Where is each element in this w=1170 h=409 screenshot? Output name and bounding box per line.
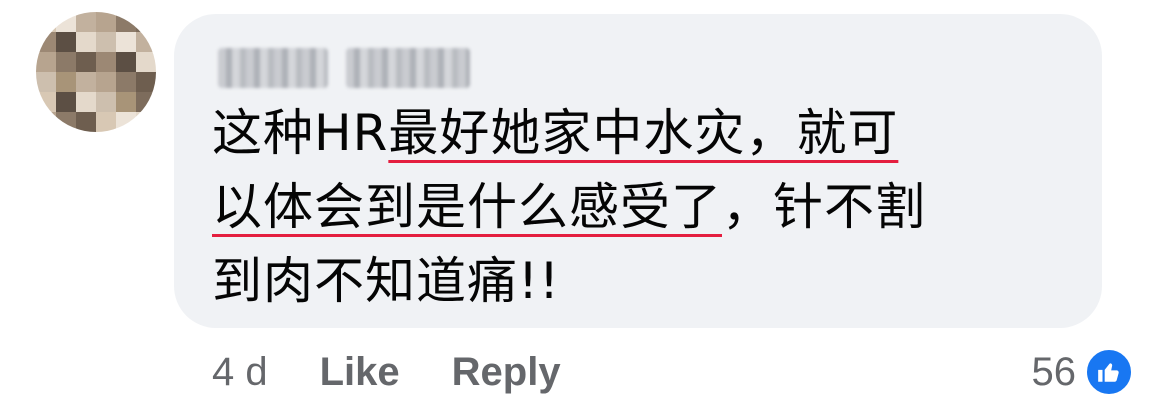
reply-button[interactable]: Reply	[452, 350, 561, 395]
comment-bubble: 这种HR最好她家中水灾，就可 以体会到是什么感受了，针不割 到肉不知道痛!!	[174, 14, 1102, 328]
avatar-pixel	[96, 112, 116, 132]
comment-actions: 4 d Like Reply	[212, 344, 561, 400]
avatar-pixel	[116, 72, 136, 92]
avatar-pixel	[36, 12, 56, 32]
avatar-pixel	[96, 72, 116, 92]
avatar-pixel	[96, 12, 116, 32]
avatar-pixel	[136, 92, 156, 112]
avatar-pixel	[76, 32, 96, 52]
avatar-pixel	[116, 52, 136, 72]
avatar-pixel	[136, 72, 156, 92]
avatar-pixel	[36, 72, 56, 92]
avatar-pixel	[136, 12, 156, 32]
comment-text-segment: ，针不割	[722, 178, 926, 236]
avatar-pixel	[116, 12, 136, 32]
avatar-pixel	[76, 92, 96, 112]
avatar-pixel	[96, 52, 116, 72]
comment-item: 这种HR最好她家中水灾，就可 以体会到是什么感受了，针不割 到肉不知道痛!! 4…	[0, 0, 1170, 409]
avatar-pixel	[56, 12, 76, 32]
avatar-pixel	[76, 112, 96, 132]
avatar-pixel	[136, 52, 156, 72]
avatar-pixel	[56, 92, 76, 112]
timestamp[interactable]: 4 d	[212, 350, 268, 395]
comment-text-line: 以体会到是什么感受了，针不割	[212, 170, 1082, 244]
avatar-pixel	[76, 52, 96, 72]
thumbs-up-icon	[1084, 347, 1134, 397]
avatar-pixel	[136, 112, 156, 132]
avatar-pixel	[36, 52, 56, 72]
avatar-pixel	[96, 92, 116, 112]
author-last-name-blurred	[346, 48, 470, 88]
avatar-pixel	[76, 12, 96, 32]
comment-text-line: 到肉不知道痛!!	[212, 244, 1082, 318]
comment-text: 这种HR最好她家中水灾，就可 以体会到是什么感受了，针不割 到肉不知道痛!!	[212, 96, 1082, 318]
avatar-pixel	[116, 92, 136, 112]
comment-text-line: 这种HR最好她家中水灾，就可	[212, 96, 1082, 170]
avatar-pixel	[56, 72, 76, 92]
avatar-pixel	[36, 92, 56, 112]
avatar-pixel	[56, 112, 76, 132]
comment-text-segment: 到肉不知道痛!!	[212, 252, 561, 310]
reaction-count: 56	[1031, 349, 1077, 394]
avatar-pixel	[116, 32, 136, 52]
avatar-pixel	[76, 72, 96, 92]
avatar-pixel	[116, 112, 136, 132]
author-name-blurred[interactable]	[218, 48, 470, 88]
avatar-pixel	[36, 32, 56, 52]
avatar-pixel	[36, 112, 56, 132]
like-button[interactable]: Like	[320, 350, 400, 395]
comment-text-segment: 这种HR	[212, 104, 389, 162]
avatar-pixel	[136, 32, 156, 52]
avatar-pixel	[96, 32, 116, 52]
author-first-name-blurred	[218, 48, 328, 88]
comment-text-underlined: 以体会到是什么感受了	[212, 178, 722, 236]
thumbs-up-glyph	[1098, 363, 1119, 382]
reaction-summary[interactable]: 56	[1031, 342, 1134, 402]
comment-text-underlined: 最好她家中水灾，就可	[388, 104, 899, 162]
avatar[interactable]	[36, 12, 156, 132]
avatar-pixel	[56, 32, 76, 52]
avatar-pixel	[56, 52, 76, 72]
